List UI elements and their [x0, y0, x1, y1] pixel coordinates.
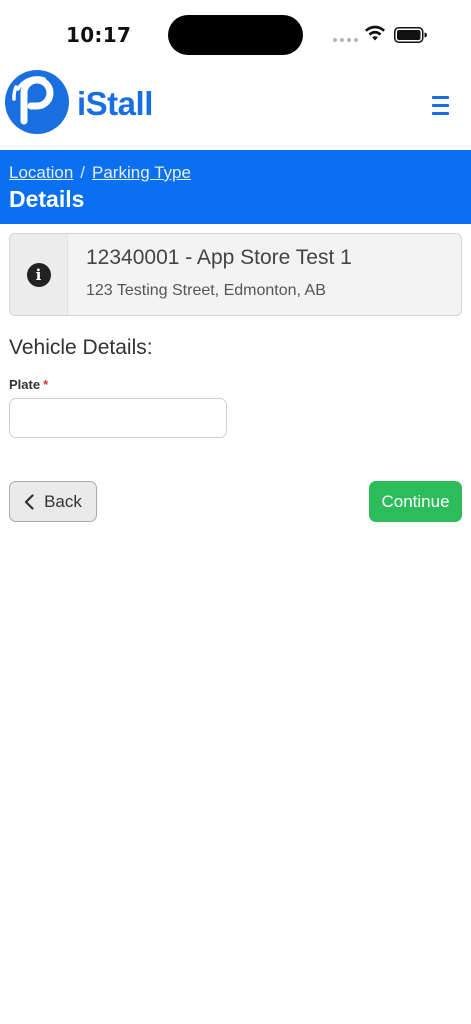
- plate-input[interactable]: [9, 398, 227, 438]
- hamburger-menu-icon[interactable]: [429, 96, 451, 120]
- battery-icon: [394, 27, 427, 43]
- plate-label-text: Plate: [9, 377, 41, 392]
- app-screen: 10:17 iStall Location / Parking Type Det…: [0, 0, 471, 1024]
- breadcrumb-bar: Location / Parking Type Details: [0, 150, 471, 224]
- info-icon-cell: i: [10, 234, 68, 315]
- breadcrumb-link-parking-type[interactable]: Parking Type: [92, 163, 191, 182]
- back-button-label: Back: [44, 491, 82, 511]
- app-header: iStall: [0, 66, 471, 150]
- continue-button[interactable]: Continue: [369, 481, 462, 522]
- info-icon: i: [26, 262, 51, 287]
- required-marker: *: [43, 377, 49, 392]
- back-button[interactable]: Back: [9, 481, 97, 522]
- page-title: Details: [9, 186, 85, 212]
- location-info-card: i 12340001 - App Store Test 1 123 Testin…: [9, 233, 462, 316]
- breadcrumb-link-location[interactable]: Location: [9, 163, 73, 182]
- status-time: 10:17: [66, 23, 132, 47]
- location-details: 12340001 - App Store Test 1 123 Testing …: [68, 234, 352, 315]
- location-title: 12340001 - App Store Test 1: [86, 246, 352, 269]
- brand-name: iStall: [77, 85, 153, 122]
- wifi-icon: [365, 25, 385, 41]
- parking-signal-logo-icon: [5, 70, 69, 134]
- chevron-left-icon: [24, 493, 34, 510]
- breadcrumb-separator: /: [80, 163, 86, 182]
- dynamic-island: [168, 15, 303, 55]
- cellular-signal-icon: [333, 38, 358, 42]
- plate-label: Plate *: [9, 377, 48, 392]
- vehicle-details-heading: Vehicle Details:: [9, 336, 153, 359]
- status-bar: 10:17: [0, 0, 471, 70]
- breadcrumb: Location / Parking Type: [9, 162, 462, 184]
- location-address: 123 Testing Street, Edmonton, AB: [86, 282, 326, 299]
